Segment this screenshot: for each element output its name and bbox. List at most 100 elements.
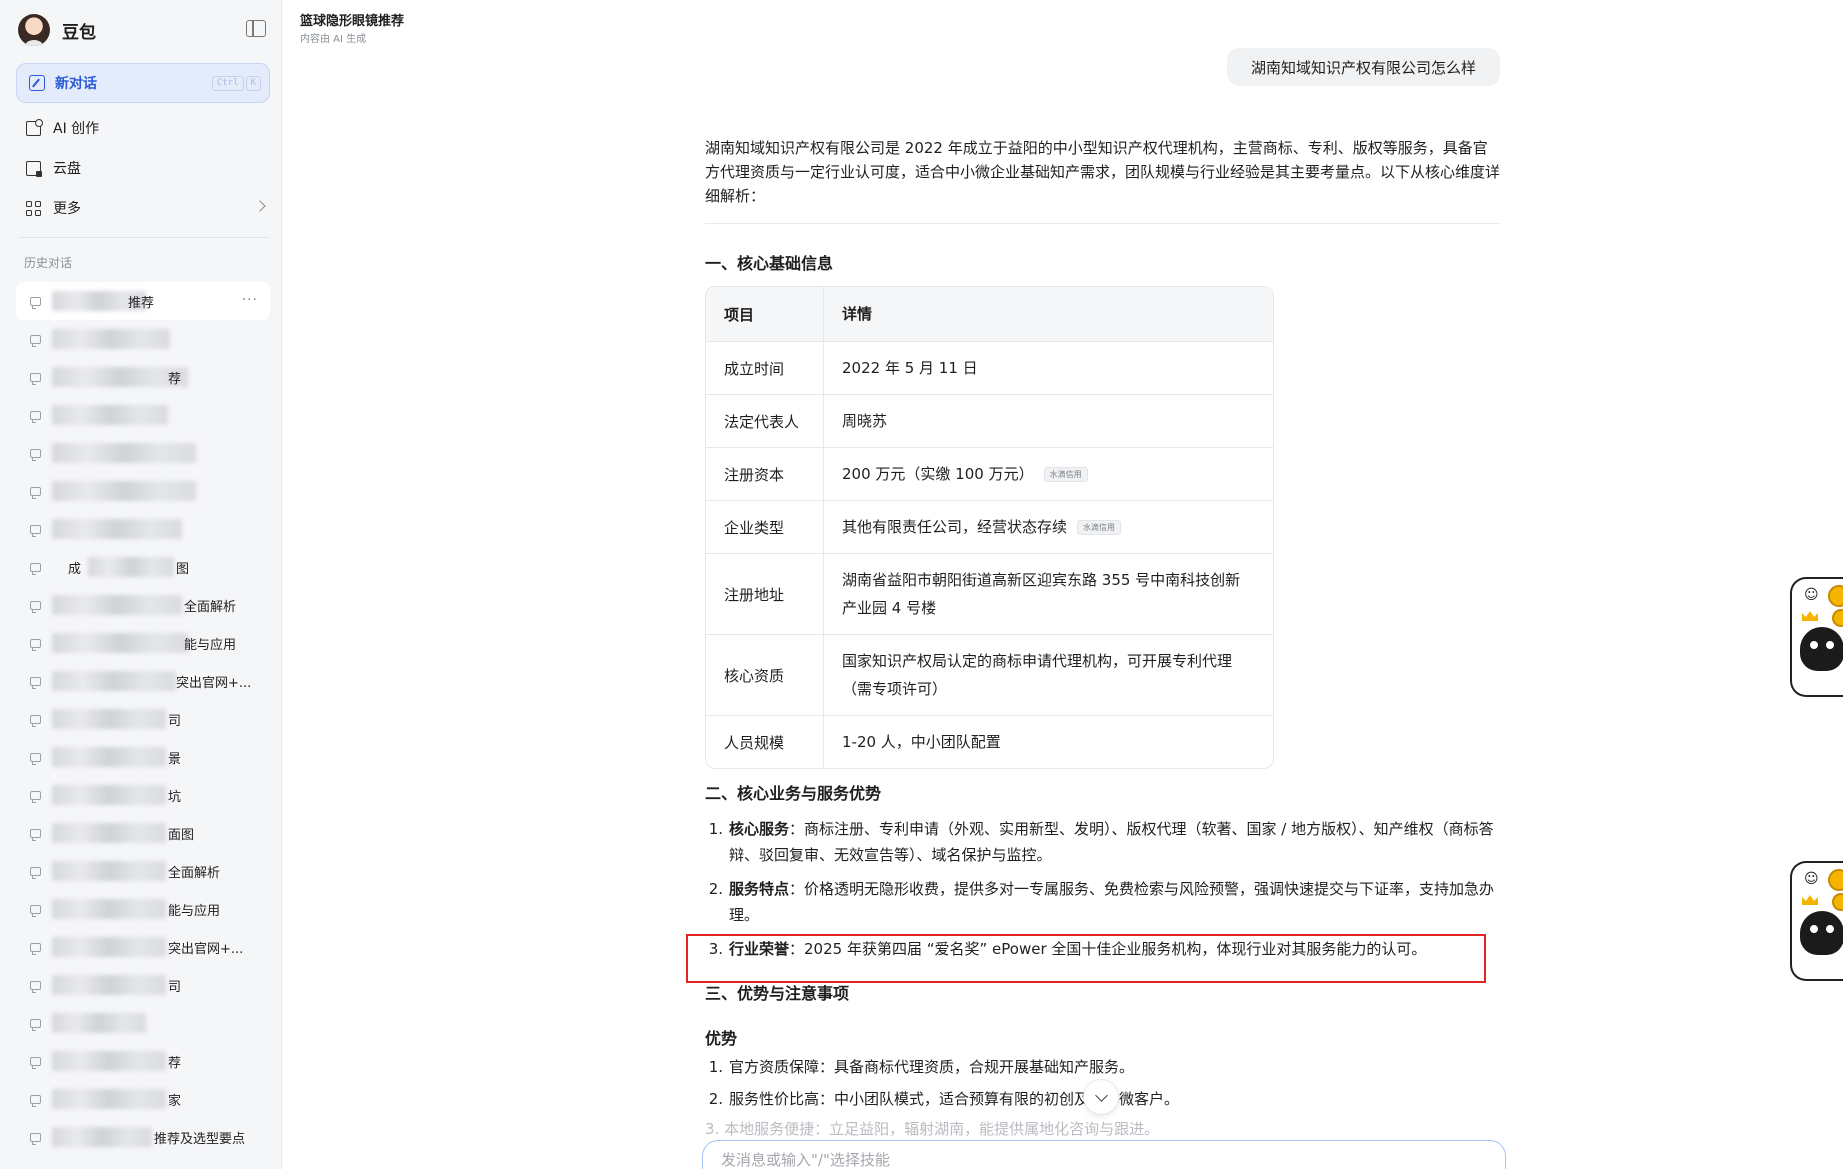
chat-icon: [30, 1094, 41, 1107]
table-cell: 法定代表人: [706, 395, 824, 447]
table-row: 注册资本 200 万元（实缴 100 万元） 水滴信用: [706, 447, 1273, 500]
coin-icon: [1832, 893, 1843, 911]
history-item[interactable]: 成 图: [16, 548, 270, 586]
message-input[interactable]: [721, 1151, 1421, 1169]
section-heading: 一、核心基础信息: [705, 254, 834, 273]
history-item-label: 成: [68, 561, 82, 577]
history-item-label: 突出官网+...: [168, 941, 244, 957]
avatar: [18, 14, 50, 46]
chat-icon: [30, 866, 41, 879]
history-item[interactable]: 推荐及选型要点: [16, 1118, 270, 1156]
history-item[interactable]: 突出官网+...: [16, 662, 270, 700]
chat-icon: [30, 942, 41, 955]
table-cell: 人员规模: [706, 716, 824, 768]
source-badge[interactable]: 水滴信用: [1043, 466, 1088, 482]
table-row: 人员规模 1-20 人，中小团队配置: [706, 715, 1273, 768]
redacted-text: [52, 1051, 166, 1071]
redacted-text: [52, 443, 196, 463]
info-table: 项目 详情 成立时间 2022 年 5 月 11 日 法定代表人 周晓苏 注册资…: [705, 286, 1274, 769]
chat-icon: [30, 524, 41, 537]
history-item[interactable]: 荐: [16, 1042, 270, 1080]
table-header-cell: 项目: [706, 287, 824, 341]
redacted-text: [52, 747, 166, 767]
scroll-to-bottom-button[interactable]: [1083, 1079, 1119, 1115]
new-chat-button[interactable]: 新对话 Ctrl K: [16, 63, 270, 103]
chat-title: 篮球隐形眼镜推荐: [300, 14, 405, 29]
assistant-answer: 湖南知域知识产权有限公司是 2022 年成立于益阳的中小型知识产权代理机构，主营…: [705, 136, 1500, 224]
brand[interactable]: 豆包: [18, 10, 268, 50]
history-item[interactable]: 司: [16, 966, 270, 1004]
history-item[interactable]: 全面解析: [16, 852, 270, 890]
history-title: 历史对话: [24, 256, 73, 270]
sidebar-divider: [18, 237, 270, 238]
history-item[interactable]: 突出官网+...: [16, 928, 270, 966]
history-item[interactable]: 景: [16, 738, 270, 776]
history-item-label: 荐: [168, 371, 182, 387]
redacted-text: [52, 405, 168, 425]
chat-icon: [30, 334, 41, 347]
redacted-text: [52, 1127, 152, 1147]
list-item-bold: 核心服务: [729, 820, 790, 838]
redacted-text: [52, 671, 176, 691]
redacted-text: [52, 861, 166, 881]
list-item: 1. 核心服务：商标注册、专利申请（外观、实用新型、发明）、版权代理（软著、国家…: [705, 816, 1500, 868]
history-item[interactable]: 家: [16, 1080, 270, 1118]
redacted-text: [88, 557, 174, 577]
history-item[interactable]: [16, 510, 270, 548]
nav-item-ai-create[interactable]: AI 创作: [26, 117, 266, 139]
chat-icon: [30, 600, 41, 613]
new-chat-label: 新对话: [55, 76, 97, 92]
cloud-drive-icon: [26, 160, 42, 177]
history-item-label: 司: [168, 979, 182, 995]
sidebar-collapse-icon[interactable]: [246, 20, 266, 37]
history-item-label: 司: [168, 713, 182, 729]
chat-icon: [30, 1018, 41, 1031]
history-item[interactable]: 司: [16, 700, 270, 738]
history-item[interactable]: 全面解析: [16, 586, 270, 624]
history-item[interactable]: [16, 396, 270, 434]
more-options-icon[interactable]: ···: [242, 292, 258, 308]
table-row: 企业类型 其他有限责任公司，经营状态存续 水滴信用: [706, 500, 1273, 553]
history-item[interactable]: 面图: [16, 814, 270, 852]
history-item[interactable]: 能与应用: [16, 624, 270, 662]
history-item[interactable]: 能与应用: [16, 890, 270, 928]
floating-mascot-widget[interactable]: ☺: [1790, 577, 1843, 697]
history-item[interactable]: [16, 472, 270, 510]
history-list: 推荐 ··· 荐 成 图 全面解析 能与应用 突出官网+... 司 景 坑 面图…: [16, 282, 270, 1156]
floating-mascot-widget[interactable]: ☺: [1790, 861, 1843, 981]
nav-item-cloud-drive[interactable]: 云盘: [26, 157, 266, 179]
table-cell: 1-20 人，中小团队配置: [824, 716, 1273, 768]
history-item-label: 能与应用: [184, 637, 237, 653]
history-item[interactable]: 坑: [16, 776, 270, 814]
history-item[interactable]: 荐: [16, 358, 270, 396]
answer-divider: [705, 223, 1500, 224]
history-item-label: 家: [168, 1093, 182, 1109]
message-input-box[interactable]: [702, 1140, 1506, 1169]
nav-item-more[interactable]: 更多: [26, 197, 266, 219]
list-number: 2.: [708, 1090, 723, 1108]
list-number: 1.: [708, 820, 723, 838]
answer-intro: 湖南知域知识产权有限公司是 2022 年成立于益阳的中小型知识产权代理机构，主营…: [705, 139, 1501, 205]
source-badge[interactable]: 水滴信用: [1077, 519, 1122, 535]
history-item[interactable]: [16, 1004, 270, 1042]
redacted-text: [52, 823, 166, 843]
table-cell-value: 1-20 人，中小团队配置: [842, 733, 1001, 751]
history-item[interactable]: 推荐 ···: [16, 282, 270, 320]
chat-icon: [30, 828, 41, 841]
ai-generated-note: 内容由 AI 生成: [300, 34, 367, 45]
brand-name: 豆包: [62, 22, 96, 43]
chat-icon: [30, 486, 41, 499]
table-cell: 200 万元（实缴 100 万元） 水滴信用: [824, 448, 1273, 500]
nav-label: 云盘: [53, 161, 81, 177]
history-item-label: 面图: [168, 827, 195, 843]
list-number: 1.: [708, 1058, 723, 1076]
history-item[interactable]: [16, 434, 270, 472]
table-cell-value: 湖南省益阳市朝阳街道高新区迎宾东路 355 号中南科技创新产业园 4 号楼: [842, 571, 1241, 617]
table-cell: 核心资质: [706, 635, 824, 715]
history-item-label: 荐: [168, 1055, 182, 1071]
chat-icon: [30, 1056, 41, 1069]
history-item[interactable]: [16, 320, 270, 358]
history-item-label: 能与应用: [168, 903, 221, 919]
redacted-text: [52, 899, 166, 919]
section-heading: 三、优势与注意事项: [705, 984, 850, 1003]
